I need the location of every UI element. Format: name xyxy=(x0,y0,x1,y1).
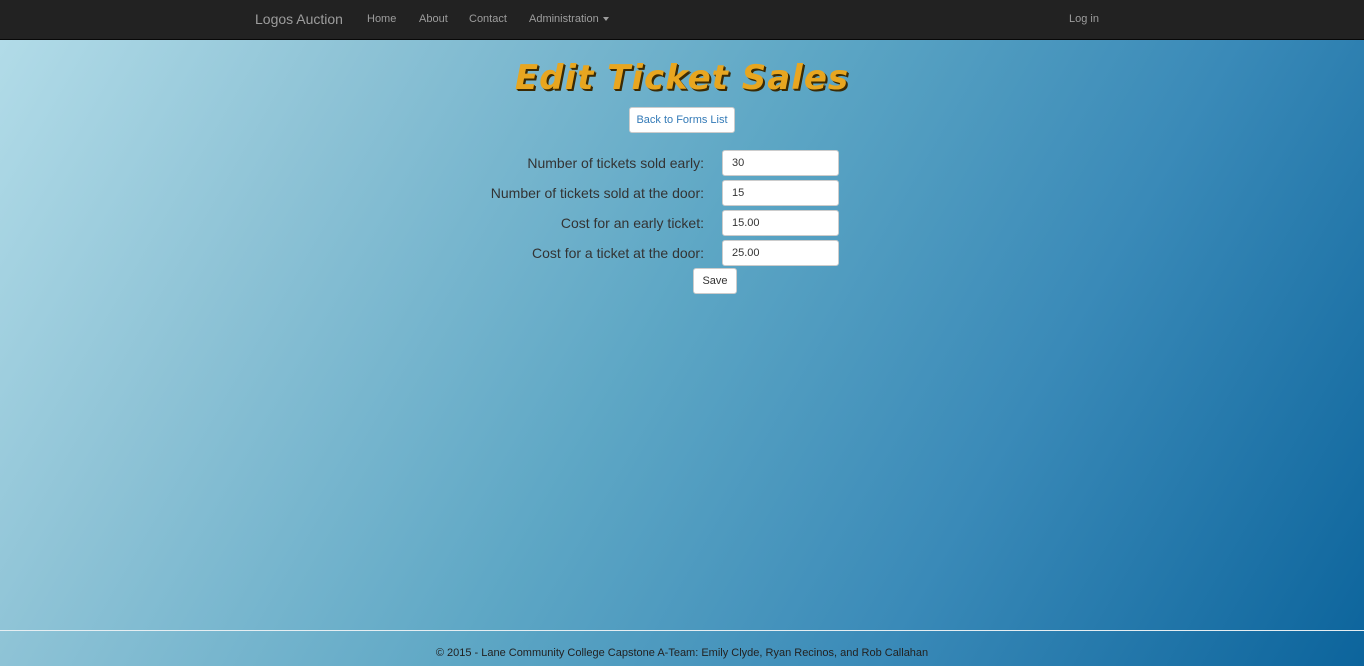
tickets-sold-door-input[interactable] xyxy=(722,180,839,206)
footer-copyright: © 2015 - Lane Community College Capstone… xyxy=(435,647,929,659)
brand-link[interactable]: Logos Auction xyxy=(255,11,343,27)
page-title: Edit Ticket Sales xyxy=(514,58,850,98)
navbar: Logos Auction Home About Contact Adminis… xyxy=(0,0,1364,40)
early-ticket-cost-label: Cost for an early ticket: xyxy=(560,215,704,231)
door-ticket-cost-input[interactable] xyxy=(722,240,839,266)
nav-administration-label: Administration xyxy=(529,13,599,25)
caret-down-icon xyxy=(602,17,609,22)
nav-contact[interactable]: Contact xyxy=(469,13,507,26)
tickets-sold-early-input[interactable] xyxy=(722,150,839,176)
login-link[interactable]: Log in xyxy=(1069,13,1099,26)
tickets-sold-door-label: Number of tickets sold at the door: xyxy=(490,185,704,201)
save-button[interactable]: Save xyxy=(693,268,737,294)
footer-divider xyxy=(0,630,1364,631)
tickets-sold-early-label: Number of tickets sold early: xyxy=(527,155,704,171)
back-to-forms-button[interactable]: Back to Forms List xyxy=(629,107,735,133)
nav-administration-dropdown[interactable]: Administration xyxy=(529,13,609,26)
early-ticket-cost-input[interactable] xyxy=(722,210,839,236)
door-ticket-cost-label: Cost for a ticket at the door: xyxy=(532,245,704,261)
nav-home[interactable]: Home xyxy=(367,13,396,26)
nav-about[interactable]: About xyxy=(419,13,448,26)
